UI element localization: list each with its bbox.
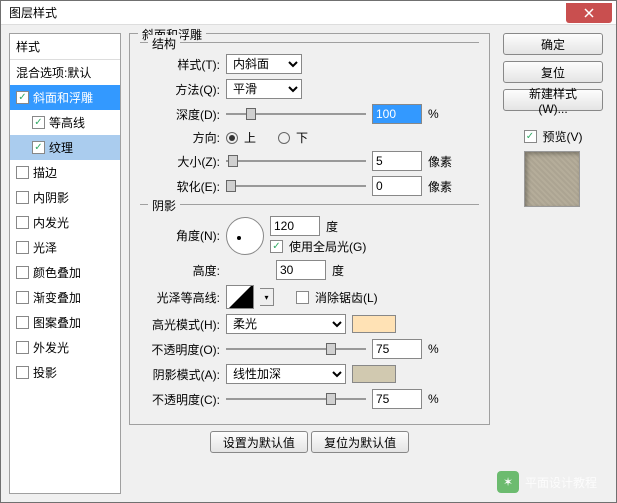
list-item[interactable]: 投影: [10, 360, 120, 385]
depth-label: 深度(D):: [140, 106, 220, 123]
depth-input[interactable]: [372, 104, 422, 124]
shadow-opacity-input[interactable]: [372, 389, 422, 409]
structure-group: 结构 样式(T):内斜面 方法(Q):平滑 深度(D):% 方向:上下 大小(Z…: [140, 42, 479, 196]
checkbox-icon[interactable]: [16, 341, 29, 354]
settings-panel: 斜面和浮雕 结构 样式(T):内斜面 方法(Q):平滑 深度(D):% 方向:上…: [129, 33, 490, 494]
angle-input[interactable]: [270, 216, 320, 236]
checkbox-icon[interactable]: [32, 116, 45, 129]
checkbox-icon[interactable]: [16, 366, 29, 379]
size-slider[interactable]: [226, 152, 366, 170]
highlight-opacity-input[interactable]: [372, 339, 422, 359]
soften-input[interactable]: [372, 176, 422, 196]
checkbox-icon[interactable]: [16, 316, 29, 329]
altitude-input[interactable]: [276, 260, 326, 280]
preview-group: 预览(V): [524, 123, 583, 207]
shadow-mode-select[interactable]: 线性加深: [226, 364, 346, 384]
highlight-opacity-label: 不透明度(O):: [140, 341, 220, 358]
list-item[interactable]: 外发光: [10, 335, 120, 360]
global-light-checkbox[interactable]: [270, 240, 283, 253]
styles-list: 样式 混合选项:默认 斜面和浮雕 等高线 纹理 描边 内阴影 内发光 光泽 颜色…: [9, 33, 121, 494]
altitude-label: 高度:: [140, 262, 220, 279]
watermark: ✶ 平面设计教程: [497, 471, 597, 493]
list-item[interactable]: 颜色叠加: [10, 260, 120, 285]
checkbox-icon[interactable]: [16, 191, 29, 204]
shading-group: 阴影 角度(N): 度 使用全局光(G) 高度:度 光泽等高线:消除锯齿(L) …: [140, 204, 479, 409]
soften-slider[interactable]: [226, 177, 366, 195]
shadow-opacity-label: 不透明度(C):: [140, 391, 220, 408]
checkbox-icon[interactable]: [16, 91, 29, 104]
highlight-color-swatch[interactable]: [352, 315, 396, 333]
ok-button[interactable]: 确定: [503, 33, 603, 55]
shadow-opacity-slider[interactable]: [226, 390, 366, 408]
gloss-contour-swatch[interactable]: [226, 285, 254, 309]
list-item[interactable]: 斜面和浮雕: [10, 85, 120, 110]
reset-default-button[interactable]: 复位为默认值: [311, 431, 409, 453]
structure-legend: 结构: [148, 35, 180, 52]
technique-label: 方法(Q):: [140, 81, 220, 98]
checkbox-icon[interactable]: [32, 141, 45, 154]
depth-slider[interactable]: [226, 105, 366, 123]
list-item[interactable]: 光泽: [10, 235, 120, 260]
soften-label: 软化(E):: [140, 178, 220, 195]
titlebar: 图层样式: [1, 1, 616, 25]
gloss-contour-dropdown[interactable]: [260, 288, 274, 306]
direction-down-radio[interactable]: [278, 132, 290, 144]
preview-swatch: [524, 151, 580, 207]
gloss-label: 光泽等高线:: [140, 289, 220, 306]
cancel-button[interactable]: 复位: [503, 61, 603, 83]
styles-header: 样式: [10, 34, 120, 60]
highlight-opacity-slider[interactable]: [226, 340, 366, 358]
checkbox-icon[interactable]: [16, 266, 29, 279]
dialog-title: 图层样式: [5, 4, 566, 21]
direction-label: 方向:: [140, 129, 220, 146]
preview-checkbox[interactable]: [524, 130, 537, 143]
make-default-button[interactable]: 设置为默认值: [210, 431, 308, 453]
shading-legend: 阴影: [148, 197, 180, 214]
checkbox-icon[interactable]: [16, 291, 29, 304]
list-item[interactable]: 内发光: [10, 210, 120, 235]
angle-label: 角度(N):: [140, 227, 220, 244]
bevel-group: 斜面和浮雕 结构 样式(T):内斜面 方法(Q):平滑 深度(D):% 方向:上…: [129, 33, 490, 425]
wechat-icon: ✶: [497, 471, 519, 493]
angle-control[interactable]: [226, 217, 264, 255]
size-label: 大小(Z):: [140, 153, 220, 170]
layer-style-dialog: 图层样式 样式 混合选项:默认 斜面和浮雕 等高线 纹理 描边 内阴影 内发光 …: [0, 0, 617, 503]
technique-select[interactable]: 平滑: [226, 79, 302, 99]
list-item[interactable]: 纹理: [10, 135, 120, 160]
checkbox-icon[interactable]: [16, 216, 29, 229]
close-button[interactable]: [566, 3, 612, 23]
shadow-color-swatch[interactable]: [352, 365, 396, 383]
highlight-mode-select[interactable]: 柔光: [226, 314, 346, 334]
size-input[interactable]: [372, 151, 422, 171]
list-item[interactable]: 渐变叠加: [10, 285, 120, 310]
new-style-button[interactable]: 新建样式(W)...: [503, 89, 603, 111]
highlight-mode-label: 高光模式(H):: [140, 316, 220, 333]
list-item[interactable]: 图案叠加: [10, 310, 120, 335]
style-label: 样式(T):: [140, 56, 220, 73]
blend-options-item[interactable]: 混合选项:默认: [10, 60, 120, 85]
shadow-mode-label: 阴影模式(A):: [140, 366, 220, 383]
checkbox-icon[interactable]: [16, 241, 29, 254]
list-item[interactable]: 内阴影: [10, 185, 120, 210]
right-panel: 确定 复位 新建样式(W)... 预览(V): [498, 33, 608, 494]
direction-up-radio[interactable]: [226, 132, 238, 144]
antialias-checkbox[interactable]: [296, 291, 309, 304]
style-select[interactable]: 内斜面: [226, 54, 302, 74]
checkbox-icon[interactable]: [16, 166, 29, 179]
close-icon: [584, 8, 594, 18]
list-item[interactable]: 等高线: [10, 110, 120, 135]
list-item[interactable]: 描边: [10, 160, 120, 185]
